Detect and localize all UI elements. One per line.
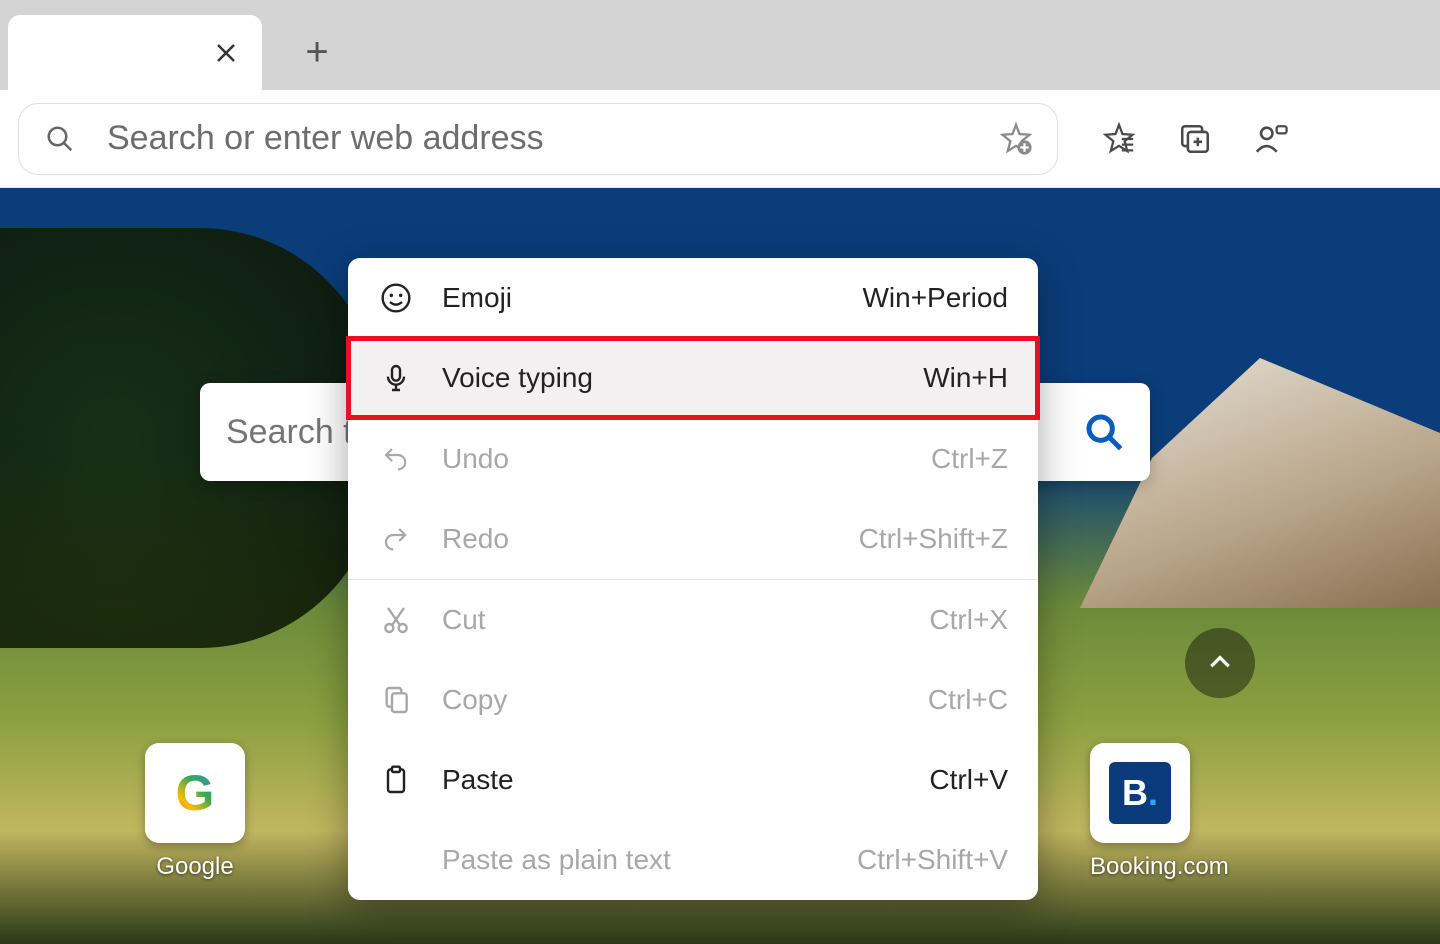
add-favorite-icon[interactable] [999, 122, 1033, 156]
ctx-shortcut: Ctrl+Z [931, 443, 1008, 475]
address-input[interactable] [107, 119, 969, 158]
undo-icon [378, 443, 414, 475]
quicklink-label: Google [145, 853, 245, 881]
ctx-redo[interactable]: Redo Ctrl+Shift+Z [348, 499, 1038, 579]
redo-icon [378, 523, 414, 555]
ctx-voice-typing[interactable]: Voice typing Win+H [348, 338, 1038, 418]
cut-icon [378, 604, 414, 636]
ctx-shortcut: Win+H [923, 362, 1008, 394]
browser-toolbar [0, 90, 1440, 188]
close-icon[interactable] [215, 42, 237, 64]
context-menu: Emoji Win+Period Voice typing Win+H Undo… [348, 258, 1038, 900]
collections-icon[interactable] [1178, 122, 1212, 156]
quicklink-tile: B [1090, 743, 1190, 843]
ctx-label: Copy [442, 684, 900, 716]
browser-tab[interactable] [8, 15, 262, 90]
address-bar[interactable] [18, 103, 1058, 175]
ctx-shortcut: Ctrl+V [929, 764, 1008, 796]
ctx-label: Undo [442, 443, 903, 475]
ctx-paste[interactable]: Paste Ctrl+V [348, 740, 1038, 820]
search-button[interactable] [1084, 412, 1124, 452]
microphone-icon [378, 362, 414, 394]
ctx-label: Paste as plain text [442, 844, 829, 876]
profile-icon[interactable] [1254, 122, 1288, 156]
quicklink-tile: G [145, 743, 245, 843]
tab-strip: + [0, 0, 1440, 90]
ctx-shortcut: Ctrl+X [929, 604, 1008, 636]
google-logo-icon: G [176, 764, 215, 822]
ctx-shortcut: Ctrl+Shift+V [857, 844, 1008, 876]
ctx-copy[interactable]: Copy Ctrl+C [348, 660, 1038, 740]
booking-logo-icon: B [1109, 762, 1171, 824]
copy-icon [378, 684, 414, 716]
ctx-emoji[interactable]: Emoji Win+Period [348, 258, 1038, 338]
quicklink-google[interactable]: G Google [145, 743, 245, 881]
new-tab-button[interactable]: + [287, 22, 347, 82]
ctx-undo[interactable]: Undo Ctrl+Z [348, 419, 1038, 499]
search-icon [43, 122, 77, 156]
toolbar-actions [1102, 122, 1288, 156]
ctx-label: Cut [442, 604, 901, 636]
ctx-paste-plain[interactable]: Paste as plain text Ctrl+Shift+V [348, 820, 1038, 900]
ctx-shortcut: Ctrl+Shift+Z [859, 523, 1008, 555]
ctx-shortcut: Win+Period [862, 282, 1008, 314]
ctx-label: Redo [442, 523, 831, 555]
scroll-up-button[interactable] [1185, 628, 1255, 698]
ctx-cut[interactable]: Cut Ctrl+X [348, 580, 1038, 660]
emoji-icon [378, 282, 414, 314]
plus-icon: + [305, 30, 328, 75]
ctx-shortcut: Ctrl+C [928, 684, 1008, 716]
quicklink-booking[interactable]: B Booking.com [1090, 743, 1229, 881]
favorites-icon[interactable] [1102, 122, 1136, 156]
ctx-label: Emoji [442, 282, 834, 314]
new-tab-page: G Google B Booking.com Emoji Win+Period … [0, 188, 1440, 944]
ctx-label: Voice typing [442, 362, 895, 394]
paste-icon [378, 764, 414, 796]
ctx-label: Paste [442, 764, 901, 796]
quicklink-label: Booking.com [1090, 853, 1229, 881]
